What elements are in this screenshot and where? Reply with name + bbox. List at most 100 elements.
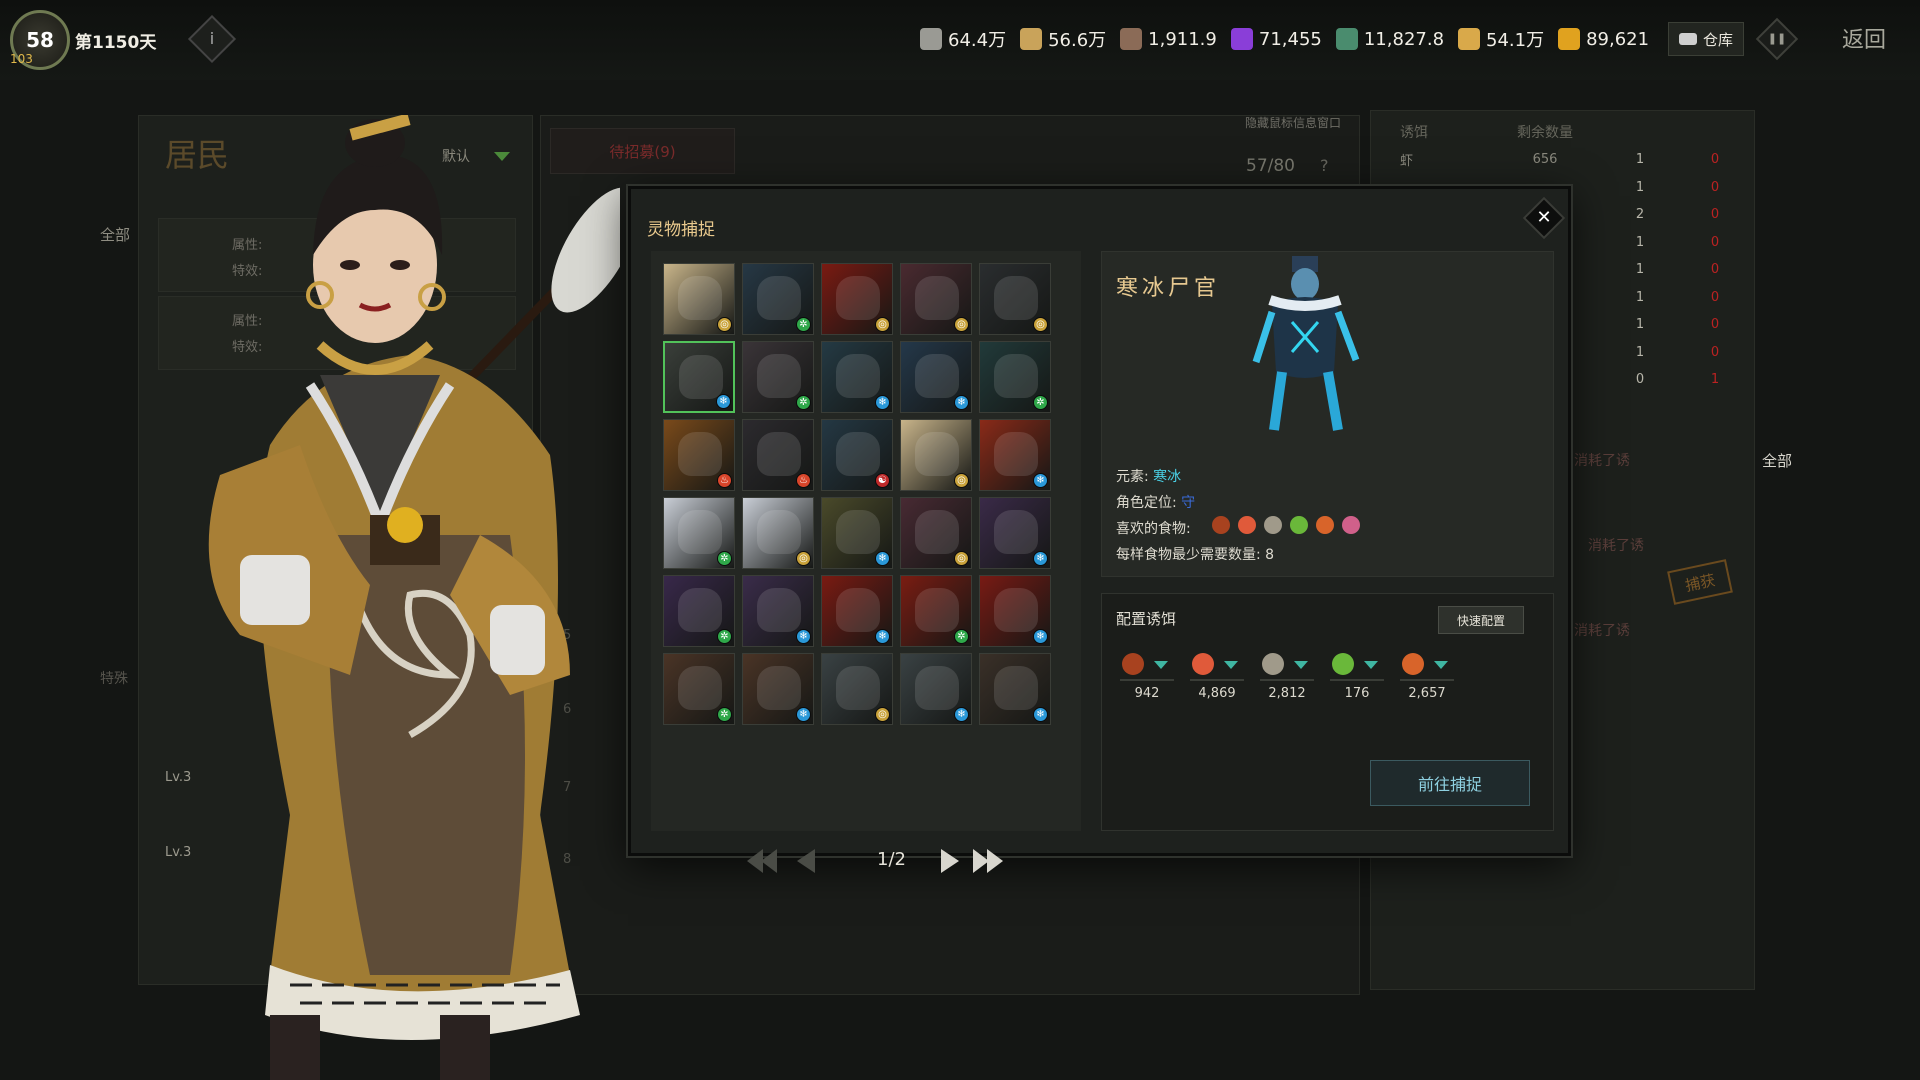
creature-slot[interactable]: ❄ — [979, 497, 1051, 569]
creature-slot[interactable]: ✲ — [663, 653, 735, 725]
chevron-down-icon[interactable] — [1364, 661, 1378, 669]
resource-item[interactable]: 1,911.9 — [1120, 28, 1217, 50]
resource-item[interactable]: 56.6万 — [1020, 26, 1106, 52]
meat-icon — [1122, 653, 1144, 675]
creature-slot[interactable]: ❄ — [821, 341, 893, 413]
dark-dragon-icon — [915, 354, 959, 398]
creature-slot[interactable]: ◎ — [663, 263, 735, 335]
element-gold-icon: ◎ — [875, 317, 890, 332]
resource-value: 54.1万 — [1486, 30, 1545, 51]
creature-slot[interactable]: ✲ — [979, 341, 1051, 413]
chevron-down-icon[interactable] — [1434, 661, 1448, 669]
bait-count: 942 — [1134, 686, 1160, 701]
food-label: 喜欢的食物: — [1116, 521, 1191, 537]
flame-dragon-icon — [678, 432, 722, 476]
creature-slot[interactable]: ◎ — [821, 653, 893, 725]
resource-item[interactable]: 11,827.8 — [1335, 28, 1444, 50]
bait-row[interactable]: 虾 656 1 0 — [1380, 146, 1750, 174]
fire-blade-icon — [994, 588, 1038, 632]
filter-special[interactable]: 特殊 — [100, 668, 128, 688]
creature-slot[interactable]: ✲ — [663, 575, 735, 647]
fire-blade-icon — [836, 276, 880, 320]
bait-cell-name: 虾 — [1400, 154, 1414, 170]
info-button[interactable]: i — [187, 14, 237, 64]
creature-slot[interactable]: ❄ — [821, 575, 893, 647]
element-gold-icon: ◎ — [796, 551, 811, 566]
filter-all-left[interactable]: 全部 — [100, 224, 130, 245]
next-page-icon[interactable] — [941, 849, 959, 873]
creature-slot[interactable]: ◎ — [900, 263, 972, 335]
bait-cell-b: 1 — [1710, 372, 1720, 388]
chevron-down-icon[interactable] — [1294, 661, 1308, 669]
creature-slot[interactable]: ◎ — [900, 419, 972, 491]
resource-item[interactable]: 89,621 — [1558, 28, 1649, 50]
creature-slot[interactable]: ✲ — [663, 497, 735, 569]
resource-item[interactable]: 64.4万 — [920, 26, 1006, 52]
resource-item[interactable]: 71,455 — [1230, 28, 1322, 50]
bait-cell-b: 0 — [1710, 262, 1720, 278]
header-remaining: 剩余数量 — [1517, 125, 1573, 141]
return-button[interactable]: 返回 — [1842, 22, 1886, 54]
creature-detail-panel: 寒冰尸官 元素: 寒冰 角色定位: 守 喜欢的食物: 每样食物最少需要数量: 8 — [1101, 251, 1554, 577]
creature-slot[interactable]: ✲ — [742, 263, 814, 335]
header-bait: 诱饵 — [1400, 125, 1428, 141]
bait-cell-a: 0 — [1635, 372, 1645, 388]
creature-slot[interactable]: ❄ — [979, 575, 1051, 647]
hide-mouse-tooltip-toggle[interactable]: 隐藏鼠标信息窗口 — [1245, 114, 1341, 131]
creature-slot[interactable]: ♨ — [663, 419, 735, 491]
bait-cell-a: 1 — [1635, 262, 1645, 278]
role-label: 角色定位: — [1116, 495, 1177, 511]
pause-button[interactable]: ❚❚ — [1755, 17, 1799, 61]
creature-preview-figure — [1252, 256, 1360, 431]
log-line: 消耗了诱 — [1588, 538, 1644, 554]
element-label: 元素: — [1116, 469, 1149, 485]
element-ice-icon: ❄ — [796, 629, 811, 644]
creature-slot[interactable]: ◎ — [742, 497, 814, 569]
go-capture-button[interactable]: 前往捕捉 — [1370, 760, 1530, 806]
filter-all-right[interactable]: 全部 — [1762, 450, 1792, 471]
creature-slot[interactable]: ✲ — [900, 575, 972, 647]
element-fire-icon: ♨ — [796, 473, 811, 488]
close-icon: ✕ — [1536, 207, 1552, 228]
bait-cell-left: 656 — [1532, 152, 1558, 168]
meat-icon — [1212, 516, 1230, 534]
purple-dragon-icon — [678, 588, 722, 632]
dark-dragon-icon — [836, 432, 880, 476]
creature-slot[interactable]: ❄ — [979, 419, 1051, 491]
creature-slot[interactable]: ♨ — [742, 419, 814, 491]
chevron-down-icon[interactable] — [1224, 661, 1238, 669]
creature-slot[interactable]: ◎ — [821, 263, 893, 335]
element-ice-icon: ❄ — [716, 394, 731, 409]
resource-item[interactable]: 54.1万 — [1458, 26, 1544, 52]
capacity-help[interactable]: ? — [1320, 156, 1329, 175]
apple-icon — [1402, 653, 1424, 675]
element-green-icon: ✲ — [796, 395, 811, 410]
prev-page-icon[interactable] — [797, 849, 815, 873]
creature-slot[interactable]: ❄ — [821, 497, 893, 569]
creature-slot[interactable]: ☯ — [821, 419, 893, 491]
top-bar: 58 103 第1150天 i 64.4万 56.6万 1,911.9 71,455 1… — [0, 0, 1920, 80]
creature-slot[interactable]: ❄ — [900, 341, 972, 413]
creature-slot[interactable]: ◎ — [979, 263, 1051, 335]
creature-slot[interactable]: ◎ — [900, 497, 972, 569]
first-page-icon[interactable] — [747, 849, 787, 873]
close-button[interactable]: ✕ — [1522, 196, 1566, 240]
element-ice-icon: ❄ — [796, 707, 811, 722]
log-line: 消耗了诱 — [1574, 453, 1630, 469]
dark-dragon-icon — [836, 354, 880, 398]
resource-value: 71,455 — [1258, 28, 1322, 50]
red-dragon-icon — [915, 510, 959, 554]
element-yinyang-icon: ☯ — [875, 473, 890, 488]
boar-demon-icon — [678, 666, 722, 710]
creature-slot[interactable]: ❄ — [900, 653, 972, 725]
resource-value: 56.6万 — [1048, 30, 1107, 51]
creature-slot[interactable]: ✲ — [742, 341, 814, 413]
chevron-down-icon[interactable] — [1154, 661, 1168, 669]
last-page-icon[interactable] — [973, 849, 1013, 873]
warehouse-button[interactable]: 仓库 — [1668, 22, 1744, 56]
creature-slot[interactable]: ❄ — [742, 575, 814, 647]
creature-slot[interactable]: ❄ — [979, 653, 1051, 725]
creature-slot[interactable]: ❄ — [663, 341, 735, 413]
quick-config-button[interactable]: 快速配置 — [1438, 606, 1524, 634]
creature-slot[interactable]: ❄ — [742, 653, 814, 725]
